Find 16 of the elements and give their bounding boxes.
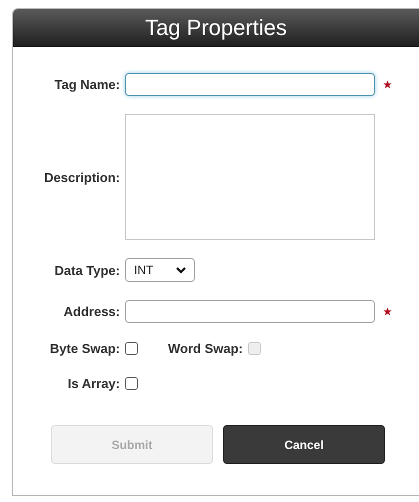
text-field[interactable] — [125, 73, 375, 96]
field-label: Tag Name: — [54, 77, 121, 92]
checkbox[interactable] — [125, 377, 138, 390]
checkbox-label: Byte Swap: — [48, 341, 121, 356]
description-field[interactable] — [125, 114, 375, 240]
checkbox-label: Is Array: — [66, 376, 121, 391]
cancel-button[interactable]: Cancel — [223, 425, 385, 464]
field-label: Data Type: — [54, 262, 121, 278]
text-field[interactable] — [125, 300, 375, 323]
data-type-dropdown[interactable]: INT — [125, 258, 195, 282]
field-label: Description: — [43, 170, 121, 184]
dialog-title: Tag Properties — [13, 9, 419, 47]
chevron-down-icon — [176, 266, 186, 274]
checkbox-label: Word Swap: — [168, 341, 244, 356]
checkbox[interactable] — [125, 342, 138, 355]
field-label: Address: — [62, 304, 121, 319]
